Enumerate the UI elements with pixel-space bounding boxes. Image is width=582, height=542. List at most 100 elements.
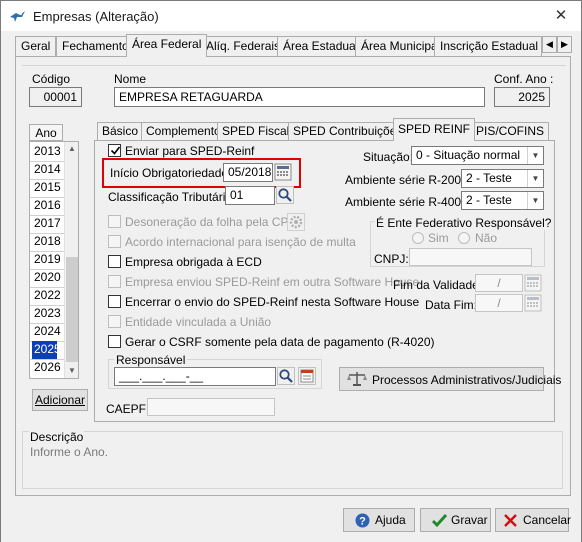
processos-button[interactable]: Processos Administrativos/Judiciais	[339, 367, 561, 391]
add-year-button[interactable]: Adicionar	[32, 389, 88, 411]
outra-software-checkbox[interactable]	[108, 275, 121, 288]
ajuda-label: Ajuda	[375, 513, 406, 527]
tab-aliq-federais[interactable]: Alíq. Federais	[200, 36, 287, 56]
window-title: Empresas (Alteração)	[33, 9, 159, 24]
tab-pis-cofins[interactable]: PIS/COFINS	[471, 122, 550, 140]
entidade-label: Entidade vinculada a União	[125, 315, 272, 329]
responsavel-field[interactable]: ___.___.___-__	[114, 367, 276, 386]
encerrar-checkbox[interactable]	[108, 295, 121, 308]
tab-label: Básico	[102, 124, 139, 138]
tab-basico[interactable]: Básico	[97, 122, 144, 140]
cnpj-label: CNPJ:	[374, 252, 409, 266]
desoneracao-label: Desoneração da folha pela CPRB	[125, 215, 306, 229]
descricao-text: Informe o Ano.	[30, 445, 109, 459]
tab-sped-contribuicoes[interactable]: SPED Contribuições	[288, 122, 408, 140]
scroll-thumb[interactable]	[66, 257, 78, 362]
empresas-window: Empresas (Alteração) ✕ Geral Fechamento …	[0, 0, 582, 542]
gravar-button[interactable]: Gravar	[420, 508, 491, 532]
amb-r2000-select[interactable]: 2 - Teste ▼	[461, 169, 544, 188]
tab-label: Área Federal	[132, 37, 202, 51]
csrf-checkbox[interactable]	[108, 335, 121, 348]
fim-validade-field[interactable]: /	[475, 274, 523, 292]
help-icon: ?	[355, 513, 370, 528]
checkmark-icon	[110, 146, 121, 155]
calendar-icon[interactable]	[524, 294, 542, 312]
conf-ano-field: 2025	[494, 87, 550, 107]
scroll-down-icon[interactable]: ▼	[65, 364, 79, 378]
situacao-select[interactable]: 0 - Situação normal ▼	[411, 146, 544, 165]
tab-area-municipal[interactable]: Área Municipal	[355, 36, 447, 56]
year-item[interactable]: 2014	[32, 161, 64, 179]
nao-label: Não	[475, 231, 498, 245]
scroll-up-icon[interactable]: ▲	[65, 142, 79, 156]
year-item[interactable]: 2019	[32, 251, 64, 269]
tab-sped-reinf[interactable]: SPED REINF	[393, 118, 476, 141]
search-icon[interactable]	[276, 186, 294, 204]
chevron-down-icon[interactable]: ▼	[527, 170, 543, 187]
calendar-icon[interactable]	[274, 163, 292, 181]
ecd-label: Empresa obrigada à ECD	[125, 255, 262, 269]
app-bird-icon	[10, 11, 25, 22]
gear-icon[interactable]	[287, 213, 305, 231]
ajuda-button[interactable]: ? Ajuda	[343, 508, 415, 532]
tab-scroll-right-icon[interactable]: ▶	[557, 36, 572, 53]
cnpj-field[interactable]	[409, 248, 532, 266]
codigo-field: 00001	[29, 87, 82, 107]
tab-scroll-left-icon[interactable]: ◀	[542, 36, 557, 53]
outra-software-label: Empresa enviou SPED-Reinf em outra Softw…	[125, 275, 420, 289]
year-item[interactable]: 2020	[32, 269, 64, 287]
add-year-label: Adicionar	[34, 393, 86, 407]
caepf-label: CAEPF:	[106, 402, 150, 416]
tab-geral[interactable]: Geral	[15, 36, 57, 56]
year-item[interactable]: 2015	[32, 179, 64, 197]
tab-complemento[interactable]: Complemento	[141, 122, 226, 140]
close-icon[interactable]: ✕	[553, 8, 569, 24]
ecd-checkbox[interactable]	[108, 255, 121, 268]
caepf-field[interactable]	[147, 398, 275, 416]
gravar-label: Gravar	[451, 513, 488, 527]
data-fim-field[interactable]: /	[475, 294, 523, 312]
tab-inscricao-estadual[interactable]: Inscrição Estadual S	[434, 36, 542, 56]
chevron-down-icon[interactable]: ▼	[527, 192, 543, 209]
chevron-down-icon[interactable]: ▼	[527, 147, 543, 164]
year-item[interactable]: 2013	[32, 143, 64, 161]
inicio-field[interactable]: 05/2018	[223, 163, 273, 182]
year-item[interactable]: 2018	[32, 233, 64, 251]
tab-fechamento[interactable]: Fechamento	[56, 36, 135, 56]
sim-radio[interactable]	[412, 232, 424, 244]
cancelar-button[interactable]: Cancelar	[495, 508, 571, 532]
desoneracao-checkbox[interactable]	[108, 215, 121, 228]
amb-r4000-select[interactable]: 2 - Teste ▼	[461, 191, 544, 210]
year-item[interactable]: 2016	[32, 197, 64, 215]
tab-label: Fechamento	[62, 39, 129, 53]
year-item-selected[interactable]: 2025	[32, 341, 61, 359]
codigo-label: Código	[32, 72, 71, 86]
title-bar: Empresas (Alteração) ✕	[1, 1, 581, 31]
year-item[interactable]: 2026	[32, 359, 64, 377]
ente-label: É Ente Federativo Responsável?	[375, 216, 553, 230]
form-icon[interactable]	[298, 367, 316, 385]
enviar-reinf-checkbox[interactable]	[108, 144, 121, 157]
year-item[interactable]: 2017	[32, 215, 64, 233]
acordo-checkbox[interactable]	[108, 235, 121, 248]
nome-field[interactable]: EMPRESA RETAGUARDA	[114, 87, 485, 107]
top-tabs: Geral Fechamento Área Federal Alíq. Fede…	[15, 34, 572, 57]
checkmark-icon	[431, 513, 448, 528]
classificacao-field[interactable]: 01	[225, 186, 275, 205]
year-list[interactable]: 2013 2014 2015 2016 2017 2018 2019 2020 …	[29, 141, 79, 379]
search-icon[interactable]	[277, 367, 295, 385]
tab-area-federal[interactable]: Área Federal	[126, 34, 208, 57]
tab-sped-fiscal[interactable]: SPED Fiscal	[217, 122, 295, 140]
nao-radio[interactable]	[458, 232, 470, 244]
amb-r2000-label: Ambiente série R-2000:	[345, 173, 472, 187]
year-scrollbar[interactable]: ▲ ▼	[64, 142, 78, 378]
calendar-icon[interactable]	[524, 274, 542, 292]
year-item[interactable]: 2024	[32, 323, 64, 341]
tab-area-estadual[interactable]: Área Estadual	[277, 36, 365, 56]
situacao-label: Situação:	[363, 150, 414, 164]
amb-r4000-label: Ambiente série R-4000:	[345, 195, 472, 209]
tab-label: Área Municipal	[361, 39, 441, 53]
year-item[interactable]: 2022	[32, 287, 64, 305]
entidade-checkbox[interactable]	[108, 315, 121, 328]
year-item[interactable]: 2023	[32, 305, 64, 323]
